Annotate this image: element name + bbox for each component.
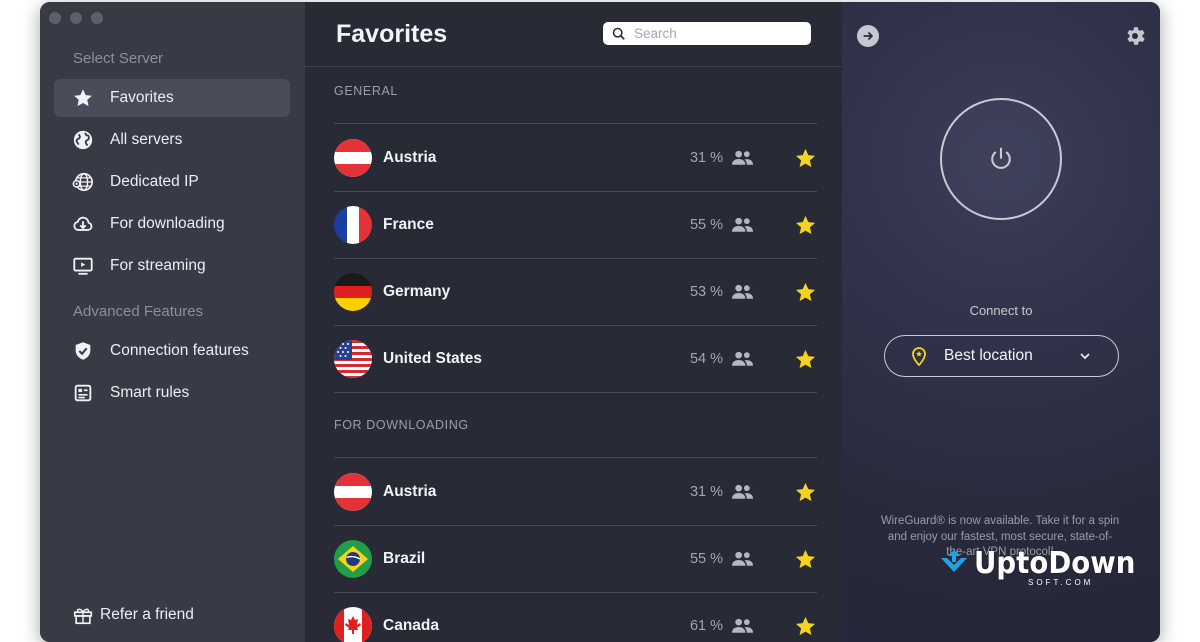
users-icon	[731, 280, 755, 304]
divider	[334, 123, 817, 124]
collapse-arrow-button[interactable]	[857, 25, 879, 47]
window-controls	[49, 12, 103, 24]
sidebar-item-favorites[interactable]: Favorites	[54, 79, 290, 117]
server-load: 31 %	[689, 484, 723, 500]
sidebar-item-smart-rules[interactable]: Smart rules	[54, 374, 290, 412]
server-row[interactable]: Germany 53 %	[334, 259, 817, 325]
location-select[interactable]: Best location	[884, 335, 1119, 377]
users-icon	[731, 547, 755, 571]
country-name: Germany	[383, 283, 451, 300]
server-row[interactable]: Austria 31 %	[334, 459, 817, 525]
globe-icon	[71, 128, 95, 152]
flag-usa-icon	[334, 340, 372, 378]
close-window-button[interactable]	[49, 12, 61, 24]
server-load: 54 %	[689, 351, 723, 367]
page-title: Favorites	[336, 20, 448, 48]
dedicated-ip-globe-icon	[71, 170, 95, 194]
zoom-window-button[interactable]	[91, 12, 103, 24]
select-server-label: Select Server	[73, 50, 164, 67]
server-load: 55 %	[689, 217, 723, 233]
sidebar-item-label: For streaming	[110, 257, 206, 274]
sidebar-item-connection-features[interactable]: Connection features	[54, 332, 290, 370]
server-list-panel: Favorites GENERAL Austria 31 % France 55 % G…	[305, 2, 842, 642]
gift-icon	[73, 608, 93, 625]
sidebar-item-for-downloading[interactable]: For downloading	[54, 205, 290, 243]
country-name: Brazil	[383, 550, 426, 567]
favorite-star-icon[interactable]	[793, 347, 817, 371]
arrow-right-icon	[863, 31, 874, 41]
flag-austria-icon	[334, 139, 372, 177]
flag-austria-icon	[334, 473, 372, 511]
power-icon	[991, 147, 1011, 169]
users-icon	[731, 480, 755, 504]
advanced-features-label: Advanced Features	[73, 303, 204, 320]
favorite-star-icon[interactable]	[793, 614, 817, 638]
wireguard-notice: WireGuard® is now available. Take it for…	[880, 515, 1120, 558]
users-icon	[731, 347, 755, 371]
star-icon	[71, 86, 95, 110]
location-label: Best location	[944, 347, 1033, 364]
header-divider	[305, 66, 842, 67]
divider	[334, 392, 817, 393]
favorite-star-icon[interactable]	[793, 280, 817, 304]
favorite-star-icon[interactable]	[793, 547, 817, 571]
cloud-download-icon	[71, 212, 95, 236]
server-row[interactable]: Brazil 55 %	[334, 526, 817, 592]
app-window: Select Server Favorites All servers Dedi…	[40, 2, 1160, 642]
users-icon	[731, 614, 755, 638]
server-load: 31 %	[689, 150, 723, 166]
refer-label: Refer a friend	[100, 606, 194, 623]
server-load: 55 %	[689, 551, 723, 567]
group-label-general: GENERAL	[334, 84, 398, 98]
sidebar-item-label: Connection features	[110, 342, 249, 359]
favorite-star-icon[interactable]	[793, 213, 817, 237]
country-name: Canada	[383, 617, 439, 634]
sidebar-item-label: Favorites	[110, 89, 174, 106]
server-row[interactable]: United States 54 %	[334, 326, 817, 392]
search-input[interactable]	[634, 26, 794, 41]
favorite-star-icon[interactable]	[793, 146, 817, 170]
refer-a-friend-link[interactable]: Refer a friend	[72, 604, 194, 626]
users-icon	[731, 213, 755, 237]
group-label-for-downloading: FOR DOWNLOADING	[334, 418, 469, 432]
power-connect-button[interactable]	[940, 98, 1062, 220]
connect-to-label: Connect to	[969, 303, 1033, 318]
sidebar-item-label: Smart rules	[110, 384, 190, 401]
search-box[interactable]	[603, 22, 811, 45]
chevron-down-icon	[1080, 353, 1090, 360]
server-load: 53 %	[689, 284, 723, 300]
gear-icon	[1127, 27, 1145, 45]
flag-canada-icon	[334, 607, 372, 642]
connect-panel: Connect to Best location WireGuard® is n…	[842, 2, 1160, 642]
sidebar: Select Server Favorites All servers Dedi…	[40, 2, 305, 642]
users-icon	[731, 146, 755, 170]
settings-button[interactable]	[1123, 24, 1147, 48]
sidebar-item-label: Dedicated IP	[110, 173, 199, 190]
search-icon	[612, 27, 625, 40]
divider	[334, 457, 817, 458]
flag-france-icon	[334, 206, 372, 244]
sidebar-item-label: All servers	[110, 131, 183, 148]
sidebar-item-for-streaming[interactable]: For streaming	[54, 247, 290, 285]
sidebar-item-dedicated-ip[interactable]: Dedicated IP	[54, 163, 290, 201]
location-pin-icon	[912, 347, 926, 367]
favorite-star-icon[interactable]	[793, 480, 817, 504]
rules-icon	[71, 381, 95, 405]
flag-germany-icon	[334, 273, 372, 311]
sidebar-item-all-servers[interactable]: All servers	[54, 121, 290, 159]
sidebar-item-label: For downloading	[110, 215, 225, 232]
server-row[interactable]: France 55 %	[334, 192, 817, 258]
server-row[interactable]: Canada 61 %	[334, 593, 817, 642]
minimize-window-button[interactable]	[70, 12, 82, 24]
country-name: Austria	[383, 483, 437, 500]
server-row[interactable]: Austria 31 %	[334, 125, 817, 191]
shield-check-icon	[71, 339, 95, 363]
country-name: France	[383, 216, 434, 233]
country-name: Austria	[383, 149, 437, 166]
flag-brazil-icon	[334, 540, 372, 578]
country-name: United States	[383, 350, 483, 367]
server-load: 61 %	[689, 618, 723, 634]
tv-play-icon	[71, 254, 95, 278]
